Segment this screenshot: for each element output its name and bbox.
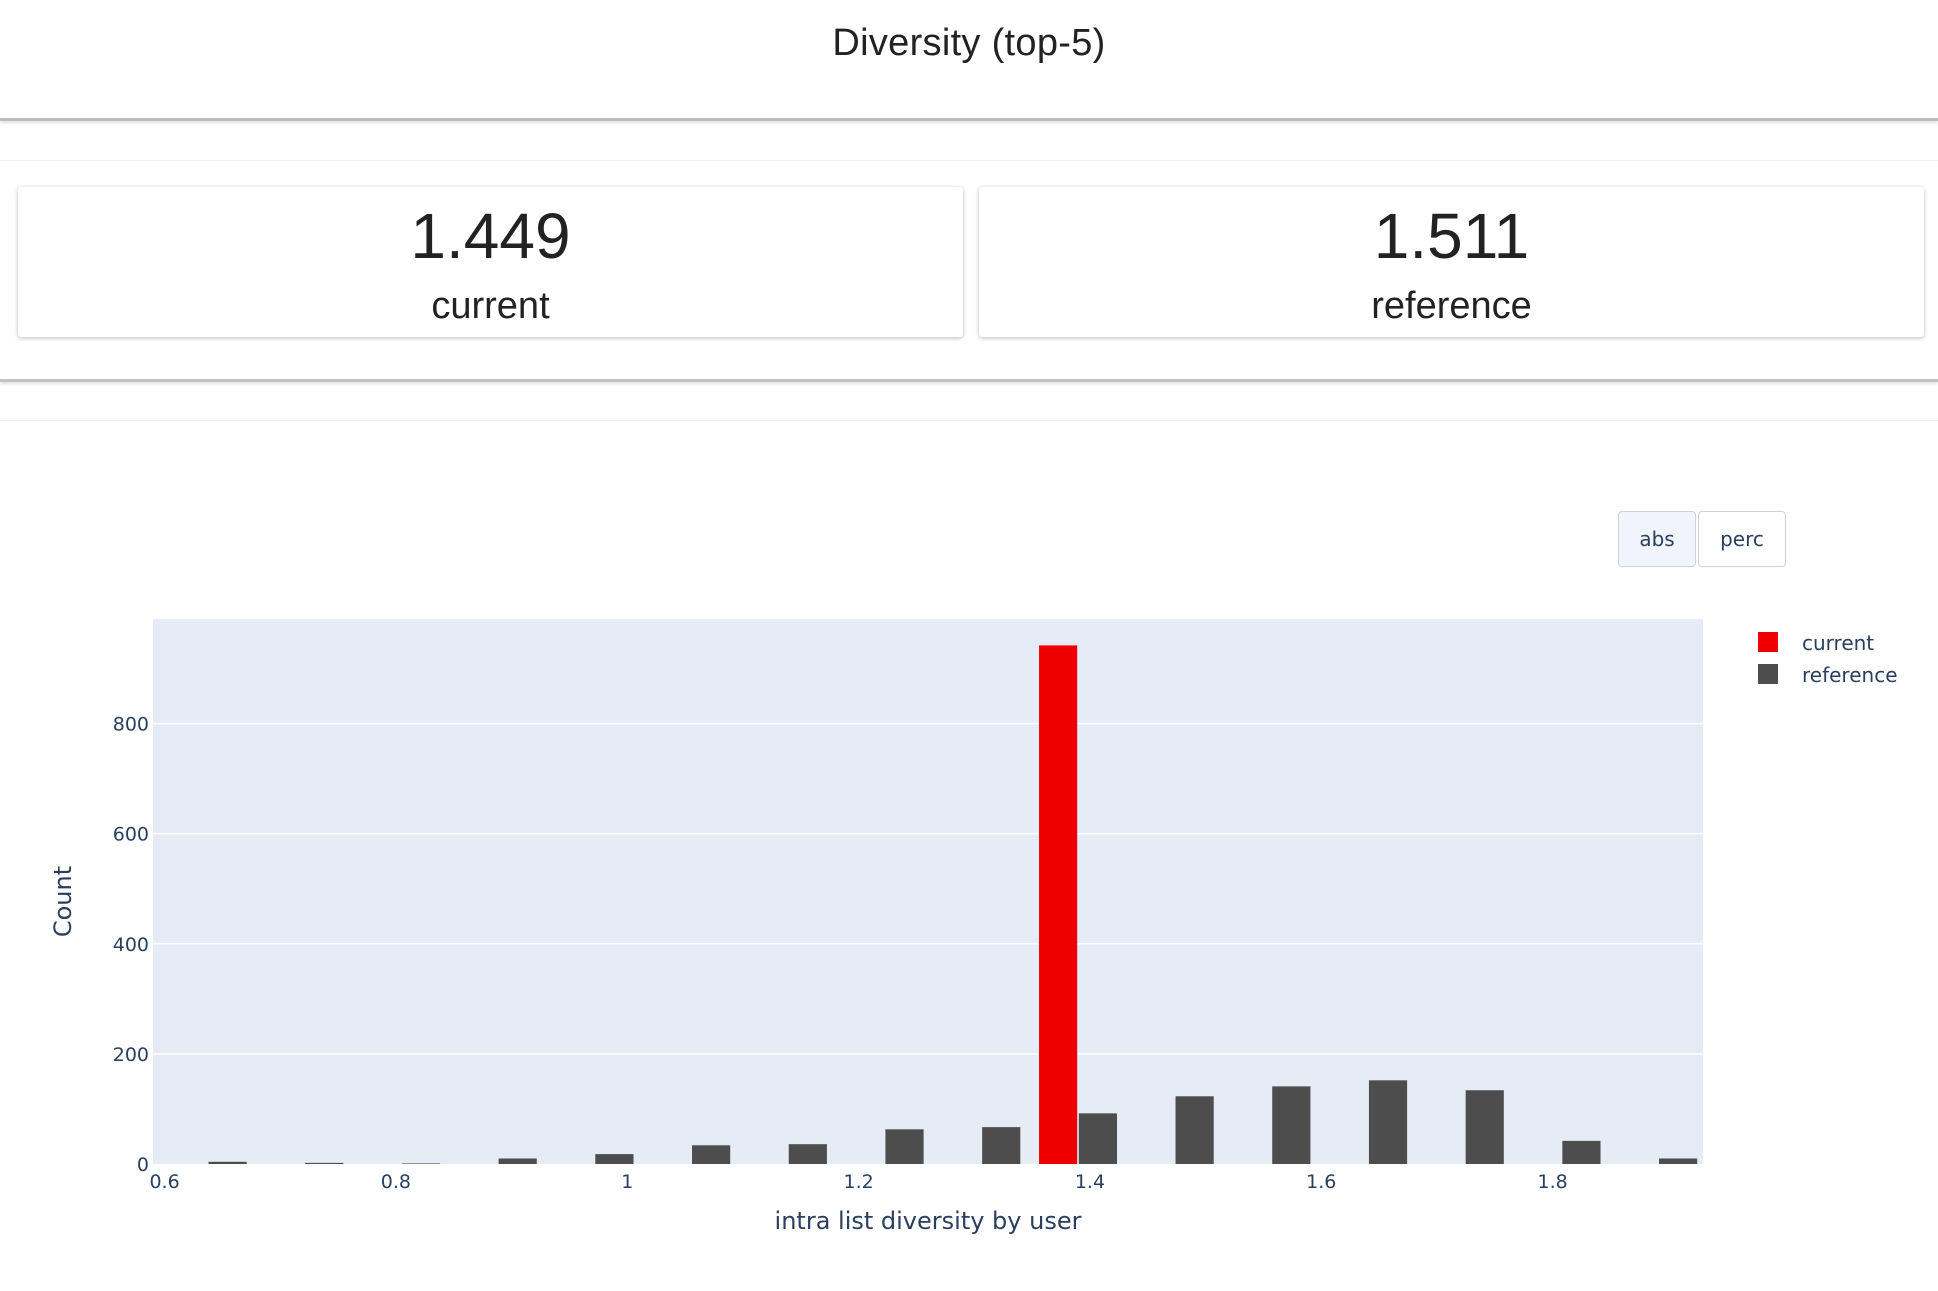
- y-tick-label: 400: [113, 934, 149, 956]
- current-legend-label: current: [1802, 631, 1874, 655]
- y-tick-label: 600: [113, 824, 149, 846]
- y-tick-label: 0: [137, 1154, 149, 1176]
- perc-button[interactable]: perc: [1698, 511, 1786, 567]
- x-tick-label: 1: [621, 1171, 633, 1193]
- reference-bar: [498, 1158, 537, 1164]
- reference-bar: [1562, 1140, 1601, 1164]
- abs-button[interactable]: abs: [1618, 511, 1696, 567]
- reference-counter-label: reference: [1371, 285, 1532, 327]
- x-tick-label: 0.6: [149, 1171, 179, 1193]
- reference-bar: [1078, 1113, 1118, 1164]
- x-tick-label: 1.6: [1306, 1171, 1336, 1193]
- reference-bar: [595, 1154, 634, 1164]
- current-counter-value: 1.449: [410, 200, 571, 272]
- x-tick-label: 1.4: [1075, 1171, 1105, 1193]
- reference-bar: [1368, 1080, 1408, 1164]
- chart-panel: 0 200 400 600 800 0.6 0.8 1 1.2 1.4 1.6 1.8 intra li…: [0, 420, 1938, 1291]
- reference-counter-value: 1.511: [1373, 200, 1530, 272]
- reference-bar: [1175, 1096, 1214, 1164]
- reference-bar: [982, 1127, 1021, 1164]
- y-tick-label: 800: [113, 714, 149, 736]
- x-axis-title: intra list diversity by user: [775, 1207, 1082, 1235]
- current-bar: [1039, 645, 1078, 1164]
- page-title: Diversity (top-5): [832, 22, 1106, 64]
- current-counter-label: current: [431, 285, 550, 327]
- y-axis-title: Count: [49, 866, 77, 937]
- x-tick-label: 0.8: [381, 1171, 411, 1193]
- reference-bar: [692, 1145, 731, 1164]
- current-counter-card: 1.449 current: [18, 187, 963, 337]
- reference-counter-card: 1.511 reference: [979, 187, 1924, 337]
- reference-bar: [1272, 1086, 1311, 1164]
- reference-bar: [1465, 1090, 1504, 1164]
- plot-area: [153, 619, 1703, 1164]
- reference-bar: [401, 1163, 441, 1164]
- y-tick-label: 200: [113, 1044, 149, 1066]
- reference-legend-swatch: [1758, 664, 1778, 684]
- reference-legend-label: reference: [1802, 663, 1898, 687]
- counters-panel: 1.449 current 1.511 reference: [0, 160, 1938, 382]
- x-tick-label: 1.2: [843, 1171, 873, 1193]
- reference-bar: [208, 1161, 247, 1164]
- header-panel: Diversity (top-5): [0, 0, 1938, 121]
- current-legend-swatch: [1758, 632, 1778, 652]
- reference-bar: [885, 1129, 924, 1164]
- reference-bar: [305, 1162, 344, 1164]
- x-tick-label: 1.8: [1538, 1171, 1568, 1193]
- reference-bar: [1659, 1158, 1698, 1164]
- reference-bar: [788, 1144, 827, 1164]
